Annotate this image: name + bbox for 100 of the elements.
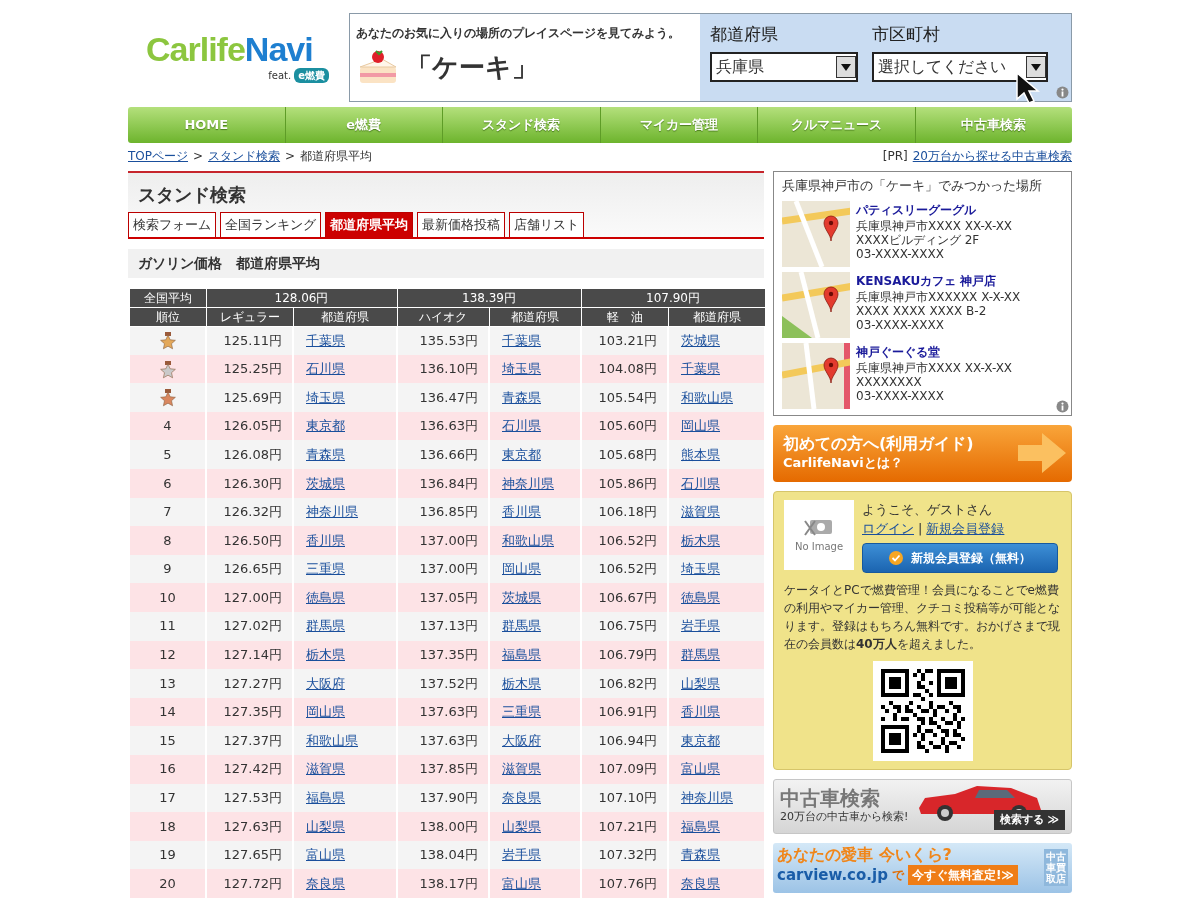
price-cell: 137.85円 bbox=[397, 754, 489, 784]
pr-link[interactable]: 20万台から探せる中古車検索 bbox=[912, 147, 1072, 165]
price-cell: 137.63円 bbox=[397, 697, 489, 727]
map-thumbnail bbox=[782, 342, 850, 409]
price-cell: 137.63円 bbox=[397, 726, 489, 755]
tab[interactable]: 全国ランキング bbox=[220, 212, 321, 237]
place-info-text: 兵庫県神戸市XXXXXX X-X-XX bbox=[856, 289, 1021, 304]
price-cell: 106.75円 bbox=[581, 611, 668, 641]
price-cell: 106.79円 bbox=[581, 640, 668, 670]
price-cell: 138.04円 bbox=[397, 840, 489, 870]
price-cell: 127.53円 bbox=[206, 783, 293, 813]
price-cell: 127.14円 bbox=[206, 640, 293, 670]
price-cell: 137.13円 bbox=[397, 611, 489, 641]
price-cell: 107.10円 bbox=[581, 783, 668, 813]
prefecture-link[interactable]: 富山県 bbox=[306, 847, 345, 863]
carview-banner[interactable]: あなたの愛車 今いくら? carview.co.jp で 今すぐ無料査定!≫ 中古車買取店 bbox=[773, 842, 1072, 893]
prefecture-link[interactable]: 福島県 bbox=[306, 790, 345, 806]
price-cell: 127.00円 bbox=[206, 583, 293, 612]
place-name-link[interactable]: 神戸ぐーぐる堂 bbox=[856, 342, 1013, 361]
link-separator: | bbox=[918, 520, 923, 538]
place-name-link[interactable]: パティスリーグーグル bbox=[856, 200, 1013, 219]
register-link[interactable]: 新規会員登録 bbox=[926, 519, 1005, 539]
login-link[interactable]: ログイン bbox=[862, 519, 914, 539]
prefecture-link[interactable]: 三重県 bbox=[306, 561, 345, 577]
price-cell: 127.35円 bbox=[206, 697, 293, 727]
used-car-banner[interactable]: 中古車検索 20万台の中古車から検索! 検索する ≫ bbox=[773, 778, 1072, 834]
column-header: 全国平均 bbox=[129, 288, 206, 307]
place-info-text: 03-XXXX-XXXX bbox=[856, 246, 945, 261]
city-select[interactable]: 選択してください bbox=[872, 51, 1048, 82]
prefecture-select[interactable]: 兵庫県 bbox=[710, 51, 858, 82]
prefecture-link[interactable]: 群馬県 bbox=[306, 618, 345, 634]
rank-cell: 4 bbox=[129, 411, 206, 441]
price-cell: 107.76円 bbox=[581, 869, 668, 898]
section-subtitle: ガソリン価格 都道府県平均 bbox=[128, 248, 764, 278]
guide-banner-subtitle: CarlifeNaviとは？ bbox=[783, 453, 904, 472]
field-label: 都道府県 bbox=[710, 23, 779, 46]
place-name-link[interactable]: KENSAKUカフェ 神戸店 bbox=[856, 271, 1021, 290]
rank-cell: 5 bbox=[129, 440, 206, 469]
price-cell: 127.63円 bbox=[206, 812, 293, 841]
tab[interactable]: 都道府県平均 bbox=[325, 212, 413, 237]
price-cell: 137.52円 bbox=[397, 669, 489, 698]
mouse-cursor-icon bbox=[1015, 71, 1041, 105]
prefecture-link[interactable]: 滋賀県 bbox=[306, 761, 345, 777]
prefecture-link[interactable]: 岡山県 bbox=[306, 704, 345, 720]
prefecture-link[interactable]: 栃木県 bbox=[306, 647, 345, 663]
price-cell: 106.52円 bbox=[581, 554, 668, 584]
price-cell: 138.17円 bbox=[397, 869, 489, 898]
price-cell: 136.84円 bbox=[397, 468, 489, 498]
price-cell: 125.25円 bbox=[206, 354, 293, 384]
tab[interactable]: 最新価格投稿 bbox=[417, 212, 505, 237]
prefecture-link[interactable]: 茨城県 bbox=[306, 475, 345, 491]
register-button[interactable]: 新規会員登録（無料） bbox=[862, 542, 1058, 573]
price-cell: 136.63円 bbox=[397, 411, 489, 441]
breadcrumb-link[interactable]: TOPページ bbox=[128, 147, 188, 165]
price-cell: 127.02円 bbox=[206, 611, 293, 641]
price-cell: 106.94円 bbox=[581, 726, 668, 755]
greeting-text: ようこそ、ゲストさん bbox=[862, 500, 993, 519]
map-thumbnail bbox=[782, 200, 850, 267]
place-info-text: 兵庫県神戸市XXXX XX-X-XX bbox=[856, 218, 1013, 233]
member-description: ケータイとPCで燃費管理！会員になることでe燃費の利用やマイカー管理、クチコミ投稿等が可能となります。登録はもちろん無料です。おかげさまで現在の会員数は40万人を超えました。 bbox=[784, 581, 1061, 653]
rank-cell: 8 bbox=[129, 526, 206, 555]
average-price: 138.39円 bbox=[397, 288, 581, 307]
price-cell: 135.53円 bbox=[397, 326, 489, 355]
check-icon bbox=[889, 550, 903, 565]
price-cell: 137.05円 bbox=[397, 583, 489, 612]
map-thumbnail bbox=[782, 271, 850, 338]
price-cell: 126.30円 bbox=[206, 468, 293, 498]
average-price: 107.90円 bbox=[581, 288, 765, 307]
place-info-text: 03-XXXX-XXXX bbox=[856, 388, 945, 403]
price-cell: 125.69円 bbox=[206, 383, 293, 412]
price-cell: 137.90円 bbox=[397, 783, 489, 813]
prefecture-link[interactable]: 石川県 bbox=[306, 361, 345, 377]
tab[interactable]: 検索フォーム bbox=[128, 212, 216, 237]
feat-text: feat. bbox=[268, 69, 292, 83]
price-cell: 105.54円 bbox=[581, 383, 668, 412]
price-cell: 126.50円 bbox=[206, 526, 293, 555]
e-nenpi-badge: e燃費 bbox=[294, 68, 329, 83]
price-cell: 136.10円 bbox=[397, 354, 489, 384]
price-cell: 137.00円 bbox=[397, 526, 489, 555]
carview-site-text: carview.co.jp bbox=[777, 864, 888, 886]
place-info-text: XXXXXXXX bbox=[856, 374, 923, 389]
tab[interactable]: 店舗リスト bbox=[509, 212, 584, 237]
price-cell: 103.21円 bbox=[581, 326, 668, 355]
price-cell: 106.18円 bbox=[581, 497, 668, 527]
price-cell: 127.72円 bbox=[206, 869, 293, 898]
price-cell: 137.35円 bbox=[397, 640, 489, 670]
breadcrumb-link[interactable]: スタンド検索 bbox=[208, 147, 281, 165]
field-label: 市区町村 bbox=[872, 23, 941, 46]
price-cell: 137.00円 bbox=[397, 554, 489, 584]
shop-sign-text: 中古車買取店 bbox=[1044, 849, 1068, 886]
price-cell: 107.09円 bbox=[581, 754, 668, 784]
price-cell: 105.68円 bbox=[581, 440, 668, 469]
rank-cell: 18 bbox=[129, 812, 206, 841]
site-logo[interactable]: CarlifeNavi bbox=[146, 32, 313, 66]
price-cell: 126.32円 bbox=[206, 497, 293, 527]
prefecture-link[interactable]: 東京都 bbox=[306, 418, 345, 434]
price-cell: 106.67円 bbox=[581, 583, 668, 612]
guide-banner-title: 初めての方へ(利用ガイド) bbox=[783, 433, 974, 453]
ad-keyword: 「ケーキ」 bbox=[406, 51, 538, 84]
price-cell: 104.08円 bbox=[581, 354, 668, 384]
